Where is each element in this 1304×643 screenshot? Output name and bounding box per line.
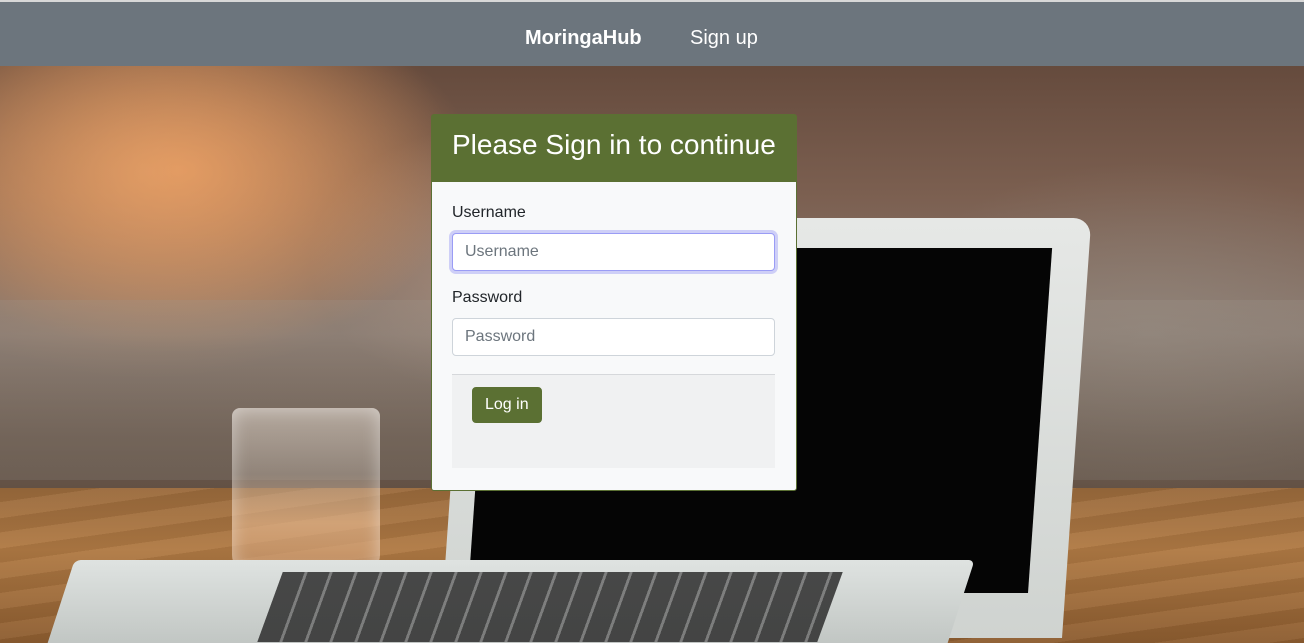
login-title: Please Sign in to continue: [452, 129, 776, 160]
password-group: Password: [452, 289, 776, 356]
username-label: Username: [452, 204, 526, 221]
signup-link[interactable]: Sign up: [690, 27, 758, 50]
login-card: Please Sign in to continue Username Pass…: [431, 114, 797, 491]
username-group: Username: [452, 204, 776, 271]
water-glass-image: [232, 408, 380, 573]
password-label: Password: [452, 289, 523, 306]
login-button[interactable]: Log in: [472, 387, 542, 423]
login-card-footer: Log in: [452, 374, 775, 468]
username-input[interactable]: [452, 233, 775, 271]
login-form: Username Password: [432, 182, 796, 356]
brand-link[interactable]: MoringaHub: [525, 27, 642, 50]
login-card-header: Please Sign in to continue: [432, 115, 796, 182]
laptop-keyboard-image: [257, 572, 843, 642]
password-input[interactable]: [452, 318, 775, 356]
top-navbar: MoringaHub Sign up: [0, 0, 1304, 66]
